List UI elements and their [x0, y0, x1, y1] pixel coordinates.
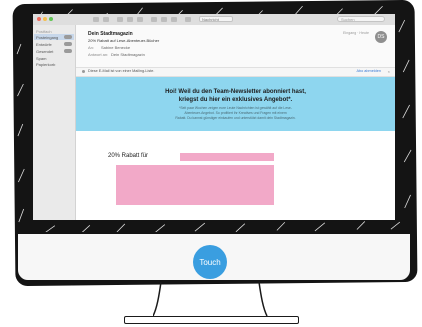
- reply-all-icon[interactable]: [161, 17, 167, 22]
- drafts-count-badge: [64, 42, 72, 46]
- banner-headline-2: kriegst du hier ein exklusives Angebot*.: [178, 97, 293, 103]
- sent-count-badge: [64, 49, 72, 53]
- newsletter-banner: Hoi! Weil du den Team-Newsletter abonnie…: [76, 77, 395, 131]
- close-info-bar-icon[interactable]: ×: [388, 69, 390, 74]
- discount-placeholder-bar: [180, 153, 274, 161]
- mailing-list-notice: Diese E-Mail ist von einer Mailing-Liste…: [88, 69, 155, 73]
- get-mail-icon[interactable]: [93, 17, 99, 22]
- monitor-stand: [153, 282, 268, 317]
- archive-icon[interactable]: [117, 17, 123, 22]
- sidebar-item-drafts[interactable]: Entwürfe: [36, 42, 52, 47]
- banner-headline-1: Hoi! Weil du den Team-Newsletter abonnie…: [165, 89, 306, 95]
- reply-to-value: Dein Stadtmagazin: [111, 52, 145, 57]
- received-date: Eingang · Heute: [343, 31, 369, 35]
- unsubscribe-link[interactable]: Abo abmelden: [357, 69, 382, 73]
- junk-icon[interactable]: [137, 17, 143, 22]
- monitor-base: [124, 316, 299, 324]
- search-input[interactable]: Suchen: [337, 16, 385, 22]
- banner-body-2: Abenteuer-Angebot. So profitiert ihr Kre…: [184, 111, 287, 115]
- info-icon: [82, 70, 85, 73]
- inbox-count-badge: [64, 35, 72, 39]
- reply-to-label: Antwort an:: [88, 52, 109, 57]
- sender-name: Dein Stadtmagazin: [88, 31, 133, 37]
- to-value: Sabine Benecke: [101, 45, 131, 50]
- offer-image-placeholder[interactable]: [116, 165, 274, 205]
- avatar: DS: [375, 31, 387, 43]
- message-subject: 20% Rabatt auf Lese-Abenteuer-Bücher: [88, 38, 160, 43]
- compose-icon[interactable]: [103, 17, 109, 22]
- minimize-window-icon[interactable]: [43, 17, 47, 21]
- banner-body-1: *Seit paar Wochen zeigen eure Leute Nach…: [179, 106, 292, 110]
- delete-icon[interactable]: [127, 17, 133, 22]
- maximize-window-icon[interactable]: [49, 17, 53, 21]
- flag-icon[interactable]: [185, 17, 191, 22]
- sidebar-item-inbox[interactable]: Posteingang: [36, 35, 58, 40]
- sidebar-item-sent[interactable]: Gesendet: [36, 49, 53, 54]
- mailing-list-info-bar: Diese E-Mail ist von einer Mailing-Liste…: [76, 68, 395, 77]
- move-to-field[interactable]: Nachricht: [199, 16, 233, 22]
- close-window-icon[interactable]: [37, 17, 41, 21]
- banner-body-3: Rabatt. Du kannst günstiger einkaufen un…: [175, 116, 296, 120]
- touch-button[interactable]: Touch: [193, 245, 227, 279]
- discount-text: 20% Rabatt für: [108, 153, 149, 159]
- to-label: An:: [88, 45, 95, 50]
- mailbox-sidebar: Postfach Posteingang Entwürfe Gesendet S…: [33, 25, 76, 220]
- reply-icon[interactable]: [151, 17, 157, 22]
- message-header: Dein Stadtmagazin 20% Rabatt auf Lese-Ab…: [76, 25, 395, 68]
- sidebar-item-spam[interactable]: Spam: [36, 56, 46, 61]
- sidebar-item-trash[interactable]: Papierkorb: [36, 62, 55, 67]
- forward-icon[interactable]: [171, 17, 177, 22]
